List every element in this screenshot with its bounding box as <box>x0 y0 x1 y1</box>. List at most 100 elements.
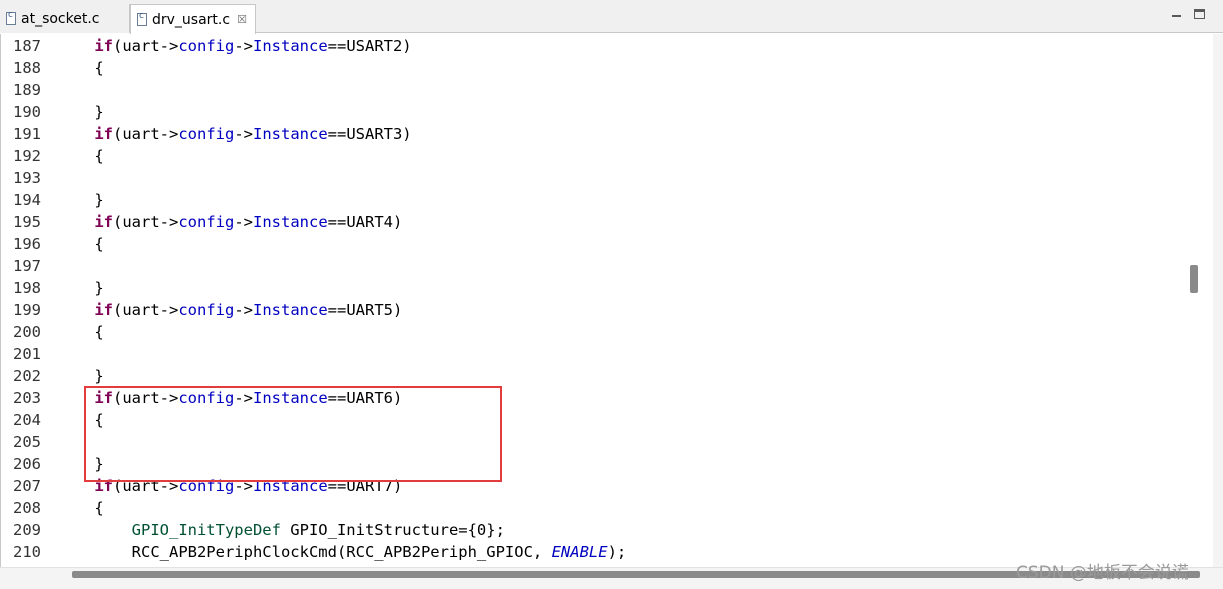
line-number: 210 <box>13 543 41 561</box>
code-token: config <box>178 213 235 231</box>
code-text: RCC_APB2PeriphClockCmd(RCC_APB2Periph_GP… <box>57 541 627 563</box>
code-text: if(uart->config->Instance==USART3) <box>57 123 412 145</box>
line-number: 203 <box>13 389 41 407</box>
code-line[interactable]: 201 <box>1 343 1213 365</box>
code-token: ); <box>607 543 627 561</box>
code-line[interactable]: 202 } <box>1 365 1213 387</box>
code-line[interactable]: 194 } <box>1 189 1213 211</box>
code-token: (uart-> <box>113 125 179 143</box>
code-token: Instance <box>253 37 328 55</box>
line-number: 199 <box>13 301 41 319</box>
code-line[interactable]: 197 <box>1 255 1213 277</box>
code-token: { <box>94 235 104 253</box>
code-token: } <box>94 279 104 297</box>
code-line[interactable]: 196 { <box>1 233 1213 255</box>
code-editor[interactable]: 187 if(uart->config->Instance==USART2) 18… <box>0 34 1213 567</box>
vertical-scrollbar[interactable] <box>1213 34 1223 567</box>
code-text: if(uart->config->Instance==UART4) <box>57 211 402 233</box>
maximize-icon[interactable] <box>1194 9 1205 19</box>
code-token: if <box>94 213 113 231</box>
tab-label: drv_usart.c <box>152 11 231 28</box>
tab-drv-usart[interactable]: drv_usart.c ☒ <box>130 4 256 34</box>
vertical-scrollbar-thumb[interactable] <box>1190 265 1198 293</box>
code-token: if <box>94 301 113 319</box>
code-line[interactable]: 208 { <box>1 497 1213 519</box>
line-number: 201 <box>13 345 41 363</box>
code-token: -> <box>234 37 253 55</box>
code-token: Instance <box>253 301 328 319</box>
code-token: } <box>94 103 104 121</box>
line-number: 187 <box>13 37 41 55</box>
code-token: { <box>94 147 104 165</box>
code-line[interactable]: 198 } <box>1 277 1213 299</box>
code-token: config <box>178 301 235 319</box>
line-number: 190 <box>13 103 41 121</box>
line-number: 205 <box>13 433 41 451</box>
code-line[interactable]: 191 if(uart->config->Instance==USART3) <box>1 123 1213 145</box>
line-number: 196 <box>13 235 41 253</box>
code-text: { <box>57 321 104 343</box>
code-token: Instance <box>253 125 328 143</box>
code-line[interactable]: 195 if(uart->config->Instance==UART4) <box>1 211 1213 233</box>
code-token: GPIO_InitTypeDef <box>131 521 281 539</box>
code-token: (uart-> <box>113 301 179 319</box>
code-line[interactable]: 187 if(uart->config->Instance==USART2) <box>1 35 1213 57</box>
code-line[interactable]: 193 <box>1 167 1213 189</box>
code-token: ENABLE <box>551 543 608 561</box>
code-line[interactable]: 188 { <box>1 57 1213 79</box>
code-token: -> <box>234 125 253 143</box>
code-line[interactable]: 190 } <box>1 101 1213 123</box>
watermark: CSDN @地板不会说谎 <box>1016 563 1189 583</box>
code-token: if <box>94 125 113 143</box>
line-number: 204 <box>13 411 41 429</box>
minimize-icon[interactable] <box>1171 9 1183 21</box>
code-text: if(uart->config->Instance==UART5) <box>57 299 402 321</box>
line-number: 194 <box>13 191 41 209</box>
code-text: } <box>57 277 104 299</box>
line-number: 200 <box>13 323 41 341</box>
line-number: 192 <box>13 147 41 165</box>
tab-at-socket[interactable]: at_socket.c <box>0 4 130 33</box>
c-file-icon <box>6 10 16 25</box>
line-number: 189 <box>13 81 41 99</box>
code-line[interactable]: 189 <box>1 79 1213 101</box>
code-token: ==UART4) <box>327 213 403 231</box>
code-token: ==USART3) <box>327 125 412 143</box>
code-text: { <box>57 57 103 79</box>
line-number: 207 <box>13 477 41 495</box>
line-number: 202 <box>13 367 41 385</box>
code-text: } <box>57 101 104 123</box>
line-number: 188 <box>13 59 41 77</box>
code-line[interactable]: 199 if(uart->config->Instance==UART5) <box>1 299 1213 321</box>
code-token: (uart-> <box>113 213 179 231</box>
code-token: (uart-> <box>113 37 179 55</box>
close-icon[interactable]: ☒ <box>237 13 247 26</box>
code-token: Instance <box>253 213 328 231</box>
line-number: 198 <box>13 279 41 297</box>
code-token: if <box>94 37 113 55</box>
code-token: -> <box>234 213 253 231</box>
code-text: } <box>57 189 103 211</box>
code-text: if(uart->config->Instance==USART2) <box>57 35 411 57</box>
code-line[interactable]: 209 GPIO_InitTypeDef GPIO_InitStructure=… <box>1 519 1213 541</box>
code-token: { <box>94 323 104 341</box>
editor-tab-bar: at_socket.c drv_usart.c ☒ <box>0 0 1223 34</box>
code-line[interactable]: 192 { <box>1 145 1213 167</box>
code-token: config <box>178 37 235 55</box>
code-token: -> <box>234 301 253 319</box>
tab-label: at_socket.c <box>21 10 100 27</box>
code-line[interactable]: 200 { <box>1 321 1213 343</box>
line-number: 193 <box>13 169 41 187</box>
line-number: 191 <box>13 125 41 143</box>
